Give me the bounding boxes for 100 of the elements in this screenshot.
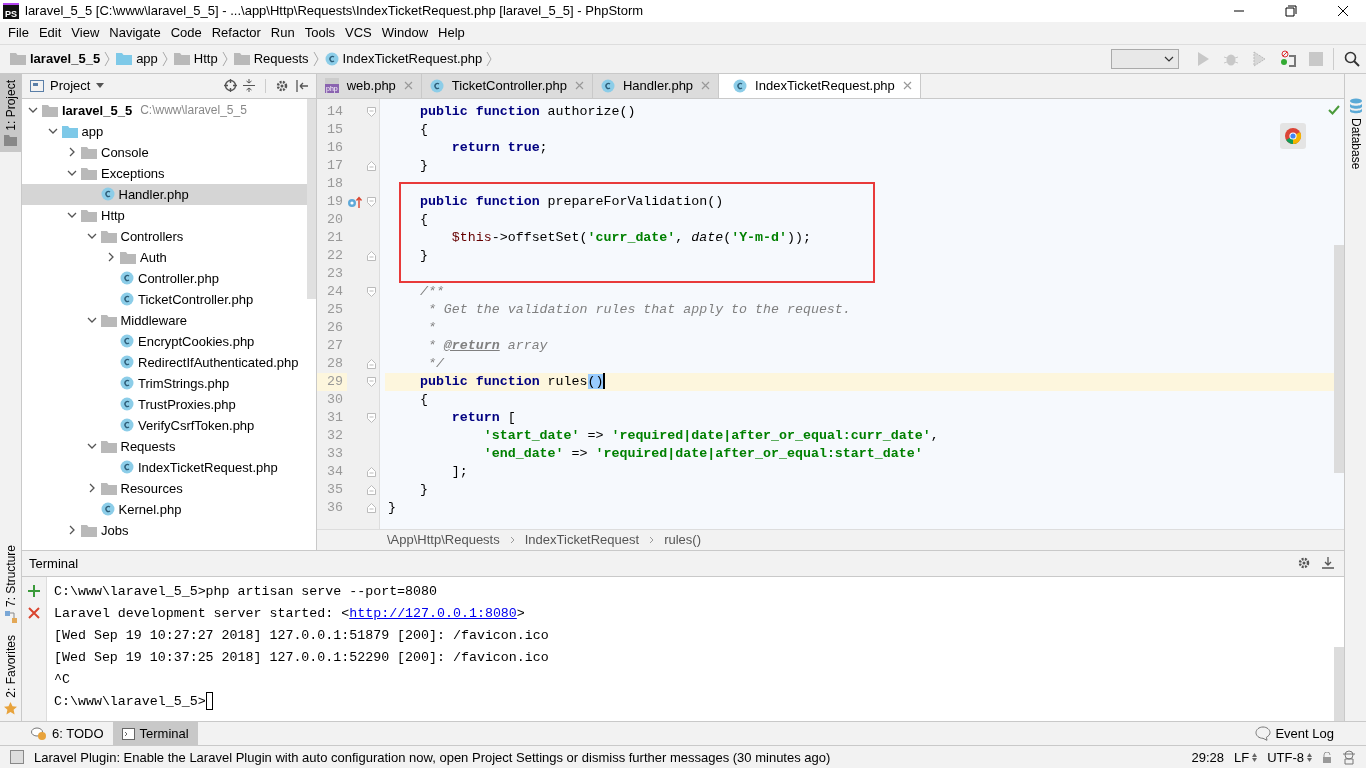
tree-item[interactable]: IndexTicketRequest.php — [22, 456, 307, 478]
folder-icon — [100, 313, 117, 327]
fold-marker-icon[interactable] — [367, 250, 376, 261]
collapse-icon[interactable] — [243, 79, 255, 93]
nav-breadcrumb[interactable]: Http — [171, 51, 220, 67]
editor-tab[interactable]: IndexTicketRequest.php — [719, 73, 921, 98]
fold-marker-icon[interactable] — [367, 484, 376, 495]
app-logo: PS — [3, 2, 19, 19]
breadcrumb-label: Http — [193, 51, 218, 67]
tree-item[interactable]: Handler.php — [22, 183, 307, 205]
tree-item[interactable]: RedirectIfAuthenticated.php — [22, 351, 307, 373]
tree-item[interactable]: TicketController.php — [22, 288, 307, 310]
menu-item[interactable]: Run — [265, 25, 300, 41]
encoding-selector[interactable]: UTF-8 — [1267, 749, 1312, 765]
tree-item[interactable]: Controller.php — [22, 267, 307, 289]
lock-icon[interactable] — [1322, 751, 1332, 763]
scrollbar-thumb[interactable] — [307, 98, 316, 299]
fold-marker-icon[interactable] — [367, 376, 376, 387]
nav-breadcrumb[interactable]: laravel_5_5 — [8, 51, 103, 67]
tree-item[interactable]: Controllers — [22, 225, 307, 247]
tree-item[interactable]: app — [22, 120, 307, 142]
caret-position[interactable]: 29:28 — [1191, 749, 1224, 765]
caret-down-icon[interactable] — [96, 83, 105, 89]
menu-item[interactable]: Window — [376, 25, 434, 41]
tab-label: web.php — [346, 78, 396, 94]
menu-item[interactable]: Edit — [33, 25, 67, 41]
chevron-right-icon[interactable] — [67, 147, 77, 158]
run-config-dropdown[interactable] — [1111, 48, 1179, 69]
browser-icon[interactable] — [1280, 122, 1306, 149]
tree-item[interactable]: Resources — [22, 477, 307, 499]
menu-item[interactable]: Navigate — [104, 25, 166, 41]
tree-item[interactable]: laravel_5_5 C:\www\laravel_5_5 — [22, 99, 307, 121]
tool-window-tab[interactable]: Terminal — [112, 722, 198, 746]
menu-item[interactable]: Help — [433, 25, 470, 41]
inspector-icon[interactable] — [1342, 749, 1356, 766]
menu-item[interactable]: VCS — [340, 25, 377, 41]
fold-marker-icon[interactable] — [367, 196, 376, 207]
menu-item[interactable]: Code — [165, 25, 207, 41]
hide-icon[interactable] — [1322, 557, 1334, 570]
tool-window-button[interactable]: 1: Project — [0, 73, 21, 153]
line-number: 25 — [326, 300, 344, 319]
fold-marker-icon[interactable] — [367, 502, 376, 513]
tree-item[interactable]: EncryptCookies.php — [22, 330, 307, 352]
line-number: 30 — [326, 390, 344, 409]
tool-window-tab[interactable]: 6: TODO — [22, 722, 113, 746]
editor-tab[interactable]: Handler.php — [593, 73, 720, 98]
tree-item[interactable]: Http — [22, 204, 307, 226]
code-breadcrumb[interactable]: rules() — [664, 532, 701, 548]
plus-icon[interactable] — [28, 584, 40, 597]
status-square-icon[interactable] — [10, 750, 24, 765]
editor-tab[interactable]: TicketController.php — [421, 73, 593, 98]
chevron-right-icon[interactable] — [67, 525, 77, 536]
tool-window-button[interactable]: 2: Favorites — [0, 629, 21, 722]
fold-marker-icon[interactable] — [367, 286, 376, 297]
close-icon[interactable] — [1337, 4, 1349, 17]
code-line: 'end_date' => 'required|date|after_or_equal:start_date' — [482, 445, 923, 461]
maximize-icon[interactable] — [1285, 4, 1297, 17]
line-number: 23 — [326, 264, 344, 283]
folder-icon — [120, 250, 136, 264]
locate-icon[interactable] — [224, 79, 237, 93]
tree-item[interactable]: TrimStrings.php — [22, 372, 307, 394]
tree-item[interactable]: Exceptions — [22, 162, 307, 184]
class-icon — [120, 460, 134, 475]
tool-window-button[interactable]: Database — [1345, 73, 1366, 176]
tree-item[interactable]: Jobs — [22, 519, 307, 541]
tree-item[interactable]: TrustProxies.php — [22, 393, 307, 415]
menu-item[interactable]: File — [3, 25, 34, 41]
tool-window-button[interactable]: 7: Structure — [0, 539, 21, 630]
menu-item[interactable]: View — [66, 25, 105, 41]
tree-item-label: Handler.php — [118, 186, 189, 202]
line-separator-selector[interactable]: LF — [1234, 749, 1258, 765]
fold-marker-icon[interactable] — [367, 358, 376, 369]
tree-item[interactable]: Auth — [22, 246, 307, 268]
tree-item[interactable]: Console — [22, 141, 307, 163]
hide-icon[interactable] — [296, 79, 308, 92]
fold-marker-icon[interactable] — [367, 160, 376, 171]
tree-item[interactable]: VerifyCsrfToken.php — [22, 414, 307, 436]
menu-item[interactable]: Tools — [299, 25, 341, 41]
fold-marker-icon[interactable] — [367, 466, 376, 477]
event-log-button[interactable]: Event Log — [1255, 726, 1334, 742]
scrollbar-thumb[interactable] — [1334, 244, 1344, 473]
tree-item[interactable]: Requests — [22, 435, 307, 457]
settings-icon[interactable] — [1298, 556, 1312, 571]
fold-marker-icon[interactable] — [367, 106, 376, 117]
code-breadcrumb[interactable]: IndexTicketRequest — [524, 532, 640, 548]
attach-debugger-icon[interactable] — [1279, 49, 1297, 68]
code-breadcrumb[interactable]: \App\Http\Requests — [387, 532, 500, 548]
settings-icon[interactable] — [276, 78, 290, 93]
nav-breadcrumb[interactable]: app — [114, 51, 160, 67]
tree-item[interactable]: Kernel.php — [22, 498, 307, 520]
nav-breadcrumb[interactable]: Requests — [231, 51, 311, 67]
status-message[interactable]: Laravel Plugin: Enable the Laravel Plugin with auto configuration now, open Project Settings or dismiss further messages (30 minutes ago) — [34, 749, 831, 765]
chevron-right-icon[interactable] — [106, 252, 116, 263]
tool-window-tab-label: Terminal — [139, 726, 189, 742]
scrollbar-thumb[interactable] — [1334, 647, 1344, 722]
search-icon[interactable] — [1344, 50, 1360, 67]
tree-item[interactable]: Middleware — [22, 309, 307, 331]
fold-marker-icon[interactable] — [367, 412, 376, 423]
override-marker-icon[interactable] — [347, 195, 363, 208]
menu-item[interactable]: Refactor — [206, 25, 266, 41]
